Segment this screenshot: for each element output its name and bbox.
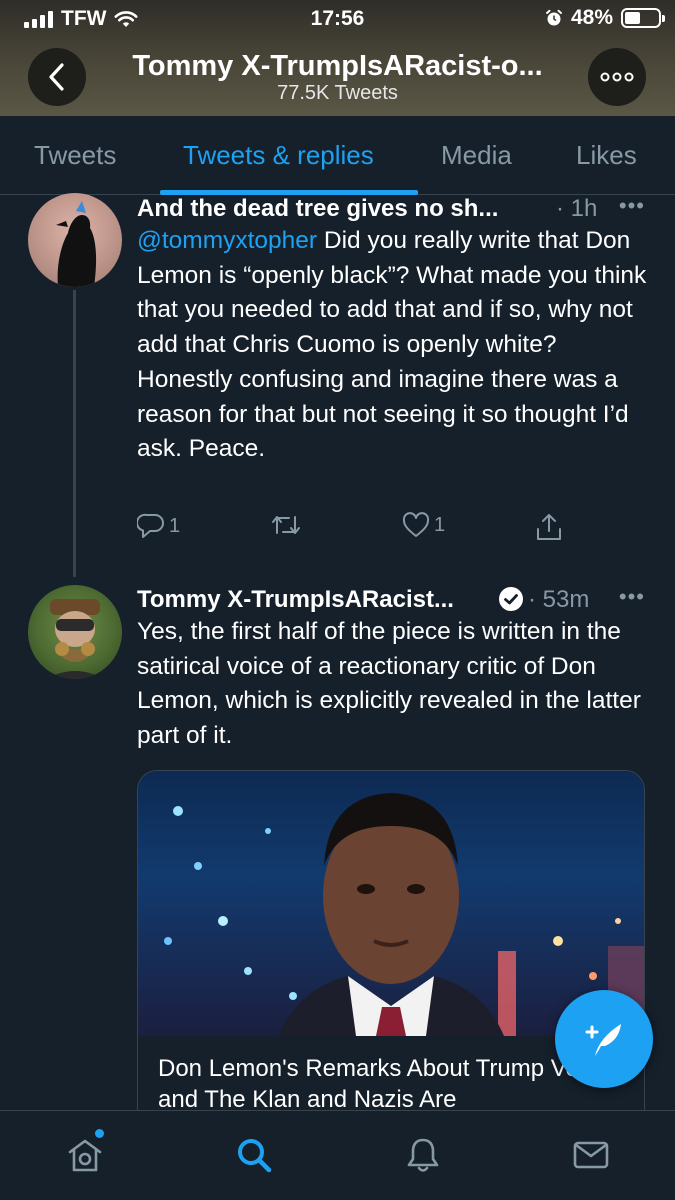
reply-icon bbox=[137, 513, 164, 538]
status-bar: TFW 17:56 48% bbox=[0, 0, 675, 38]
gas-mask-avatar-image bbox=[46, 599, 104, 679]
nav-home[interactable] bbox=[63, 1133, 107, 1177]
chevron-left-icon bbox=[49, 63, 64, 91]
bell-icon bbox=[407, 1138, 439, 1172]
tweet-actions: 1 1 bbox=[137, 512, 577, 548]
tab-likes[interactable]: Likes bbox=[576, 116, 637, 195]
tweet-count: 77.5K Tweets bbox=[277, 82, 398, 104]
compose-tweet-icon bbox=[585, 1024, 621, 1056]
battery-level bbox=[625, 12, 641, 24]
back-button[interactable] bbox=[28, 48, 86, 106]
card-image bbox=[138, 771, 644, 1036]
status-right: 48% bbox=[545, 6, 665, 30]
like-button[interactable]: 1 bbox=[402, 512, 445, 538]
crow-avatar-image bbox=[56, 201, 97, 287]
share-button[interactable] bbox=[535, 512, 563, 542]
profile-name-title: Tommy X-TrumpIsARacist-o... bbox=[132, 50, 543, 82]
like-count: 1 bbox=[434, 513, 446, 536]
nav-notifications[interactable] bbox=[401, 1133, 445, 1177]
new-tweets-indicator bbox=[95, 1129, 104, 1138]
mail-icon bbox=[573, 1141, 609, 1169]
bottom-navigation bbox=[0, 1110, 675, 1200]
tweet-text: @tommyxtopher Did you really write that … bbox=[137, 224, 657, 467]
tab-tweets[interactable]: Tweets bbox=[34, 116, 116, 195]
tweet-more-button[interactable]: ••• bbox=[619, 193, 645, 219]
reply-button[interactable]: 1 bbox=[137, 512, 180, 540]
home-icon bbox=[68, 1139, 102, 1172]
tweet-timestamp: · 1h bbox=[556, 195, 598, 222]
tab-media[interactable]: Media bbox=[441, 116, 512, 195]
compose-tweet-button[interactable] bbox=[555, 990, 653, 1088]
mention-link[interactable]: @tommyxtopher bbox=[137, 227, 317, 254]
more-options-button[interactable] bbox=[588, 48, 646, 106]
battery-icon bbox=[621, 8, 665, 28]
profile-header: TFW 17:56 48% Tommy X-TrumpIsARacist-o..… bbox=[0, 0, 675, 116]
verified-badge-icon bbox=[499, 587, 523, 611]
search-icon bbox=[238, 1139, 272, 1173]
tweet-author-name[interactable]: And the dead tree gives no sh... bbox=[137, 195, 547, 223]
nav-messages[interactable] bbox=[569, 1133, 613, 1177]
share-icon bbox=[537, 514, 561, 540]
retweet-button[interactable] bbox=[271, 512, 305, 538]
tweet-text: Yes, the first half of the piece is writ… bbox=[137, 618, 641, 750]
tweet-body: Did you really write that Don Lemon is “… bbox=[137, 227, 647, 463]
tweet-author-name[interactable]: Tommy X-TrumpIsARacist... bbox=[137, 586, 497, 614]
nav-search[interactable] bbox=[232, 1133, 276, 1177]
battery-percent: 48% bbox=[570, 6, 613, 29]
more-dots-icon bbox=[600, 72, 634, 82]
tab-tweets-and-replies[interactable]: Tweets & replies bbox=[183, 116, 374, 195]
alarm-clock-icon bbox=[545, 9, 562, 26]
tweet-more-button[interactable]: ••• bbox=[619, 584, 645, 610]
tweet-timestamp: · 53m bbox=[528, 586, 590, 613]
avatar[interactable] bbox=[28, 585, 122, 679]
link-card[interactable]: Don Lemon's Remarks About Trump Voters a… bbox=[137, 770, 645, 1130]
reply-count: 1 bbox=[169, 514, 181, 537]
profile-tabs: Tweets Tweets & replies Media Likes bbox=[0, 116, 675, 195]
thread-line bbox=[73, 290, 76, 577]
heart-icon bbox=[402, 512, 430, 537]
retweet-icon bbox=[272, 516, 300, 534]
avatar[interactable] bbox=[28, 193, 122, 287]
